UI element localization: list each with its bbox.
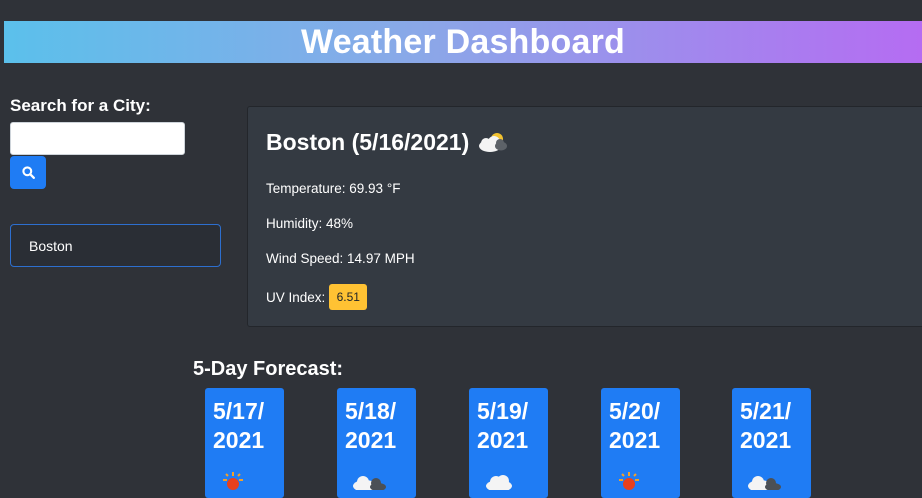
current-city-date: Boston (5/16/2021)	[266, 129, 470, 155]
forecast-card: 5/21/ 2021	[732, 388, 811, 498]
forecast-card: 5/20/ 2021	[601, 388, 680, 498]
forecast-date: 5/19/ 2021	[477, 397, 547, 455]
forecast-date-line2: 2021	[345, 427, 397, 453]
uv-index-label: UV Index:	[266, 289, 326, 305]
sun-icon	[223, 472, 243, 490]
partly-cloudy-icon	[353, 476, 386, 490]
sun-icon	[619, 472, 639, 490]
forecast-card: 5/18/ 2021	[337, 388, 416, 498]
wind-speed-text: Wind Speed: 14.97 MPH	[266, 251, 415, 266]
forecast-date-line1: 5/18/	[345, 398, 397, 424]
cloud-icon	[486, 475, 512, 490]
forecast-date: 5/21/ 2021	[740, 397, 810, 455]
forecast-date-line1: 5/17/	[213, 398, 265, 424]
forecast-title: 5-Day Forecast:	[193, 358, 344, 380]
forecast-date-line2: 2021	[740, 427, 792, 453]
partly-cloudy-icon	[479, 132, 508, 152]
page-header: Weather Dashboard	[4, 21, 922, 63]
uv-index-badge: 6.51	[329, 284, 368, 310]
temperature-text: Temperature: 69.93 °F	[266, 181, 401, 196]
current-weather-heading: Boston (5/16/2021)	[266, 129, 511, 156]
history-item-boston[interactable]: Boston	[10, 224, 221, 267]
forecast-date-line1: 5/21/	[740, 398, 792, 424]
uv-index-row: UV Index: 6.51	[266, 284, 368, 310]
forecast-date-line2: 2021	[609, 427, 661, 453]
current-weather-panel: Boston (5/16/2021) Temperature: 69.93 °F…	[247, 106, 922, 327]
forecast-date-line1: 5/20/	[609, 398, 661, 424]
humidity-text: Humidity: 48%	[266, 216, 354, 231]
forecast-date: 5/18/ 2021	[345, 397, 415, 455]
search-label: Search for a City:	[10, 96, 151, 115]
search-button[interactable]	[10, 156, 46, 189]
forecast-date: 5/17/ 2021	[213, 397, 283, 455]
forecast-card: 5/17/ 2021	[205, 388, 284, 498]
forecast-card: 5/19/ 2021	[469, 388, 548, 498]
forecast-date-line1: 5/19/	[477, 398, 529, 424]
forecast-date-line2: 2021	[477, 427, 529, 453]
search-icon	[21, 166, 35, 179]
partly-cloudy-icon	[748, 476, 781, 490]
forecast-date: 5/20/ 2021	[609, 397, 679, 455]
city-search-input[interactable]	[10, 122, 185, 155]
forecast-date-line2: 2021	[213, 427, 265, 453]
page-title: Weather Dashboard	[301, 22, 625, 61]
